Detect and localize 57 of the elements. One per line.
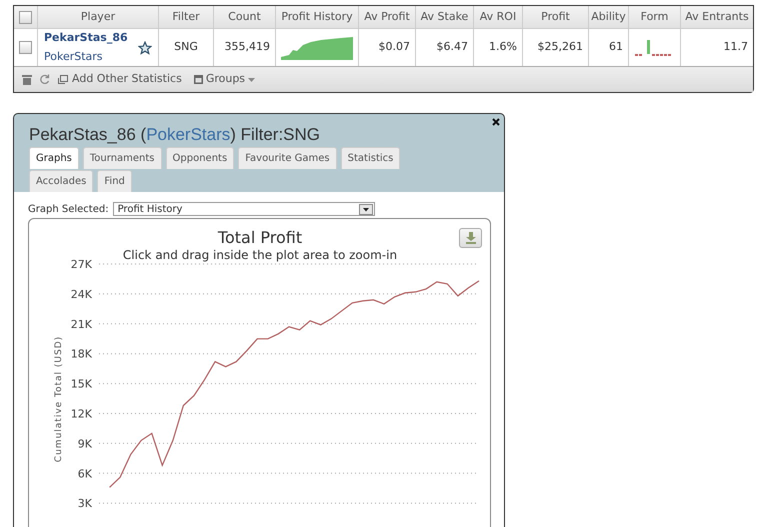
add-statistics-button[interactable]: Add Other Statistics [58, 71, 182, 88]
column-header[interactable]: Count [214, 6, 276, 28]
tab[interactable]: Statistics [340, 147, 400, 169]
column-header[interactable]: Av ROI [474, 6, 523, 28]
column-header[interactable]: Form [629, 6, 681, 28]
y-tick-label: 9K [78, 437, 92, 450]
checkbox[interactable] [19, 41, 32, 54]
groups-dropdown[interactable]: Groups [194, 71, 256, 88]
download-icon [464, 232, 476, 244]
caret-icon [248, 78, 256, 82]
close-icon[interactable] [492, 118, 500, 126]
tab[interactable]: Tournaments [82, 147, 162, 169]
y-tick-label: 27K [70, 258, 92, 271]
table-cell: 1.6% [474, 29, 523, 66]
tab[interactable]: Favourite Games [238, 147, 337, 169]
y-tick-label: 15K [70, 378, 92, 391]
column-header[interactable]: Player [38, 6, 159, 28]
star-icon[interactable] [138, 40, 152, 54]
y-tick-label: 12K [70, 408, 92, 420]
column-header[interactable]: Filter [159, 6, 214, 28]
column-header[interactable]: Profit History [276, 6, 359, 28]
y-tick-label: 3K [78, 497, 92, 510]
graph-select[interactable]: Profit History [112, 202, 375, 216]
y-tick-label: 21K [70, 318, 92, 331]
table-cell: SNG [159, 29, 214, 66]
player-name-link[interactable]: PekarStas_86 [44, 30, 128, 46]
download-button[interactable] [459, 228, 482, 248]
column-header[interactable]: Av Profit [359, 6, 416, 28]
y-axis-label: Cumulative Total (USD) [54, 336, 64, 462]
trash-icon[interactable] [22, 74, 32, 85]
table-cell: 61 [589, 29, 629, 66]
tab[interactable]: Find [97, 170, 132, 192]
tab[interactable]: Opponents [166, 147, 234, 169]
y-tick-label: 6K [78, 467, 92, 480]
dialog-title: PekarStas_86 (PokerStars) Filter:SNG [29, 124, 322, 146]
chart-subtitle: Click and drag inside the plot area to zoom-in [122, 248, 398, 262]
chart-title: Total Profit [218, 228, 302, 247]
table-cell: 355,419 [214, 29, 276, 66]
profit-sparkline [281, 36, 353, 60]
window-icon [58, 75, 68, 84]
refresh-icon[interactable] [40, 74, 50, 85]
column-header[interactable]: Profit [523, 6, 589, 28]
tab[interactable]: Graphs [29, 147, 79, 169]
column-header[interactable]: Av Entrants [681, 6, 753, 28]
table-icon [194, 75, 203, 84]
table-cell: $25,261 [523, 29, 589, 66]
tab[interactable]: Accolades [29, 170, 94, 192]
table-cell: $0.07 [359, 29, 416, 66]
table-cell: $6.47 [416, 29, 474, 66]
column-header[interactable]: Av Stake [416, 6, 474, 28]
y-tick-label: 18K [70, 348, 92, 361]
y-tick-label: 24K [70, 288, 92, 301]
checkbox[interactable] [19, 10, 32, 24]
graph-selected-label: Graph Selected: [28, 202, 109, 216]
table-cell-text: 11.7 [722, 39, 749, 56]
column-header[interactable]: Ability [589, 6, 629, 28]
site-link[interactable]: PokerStars [44, 49, 128, 66]
